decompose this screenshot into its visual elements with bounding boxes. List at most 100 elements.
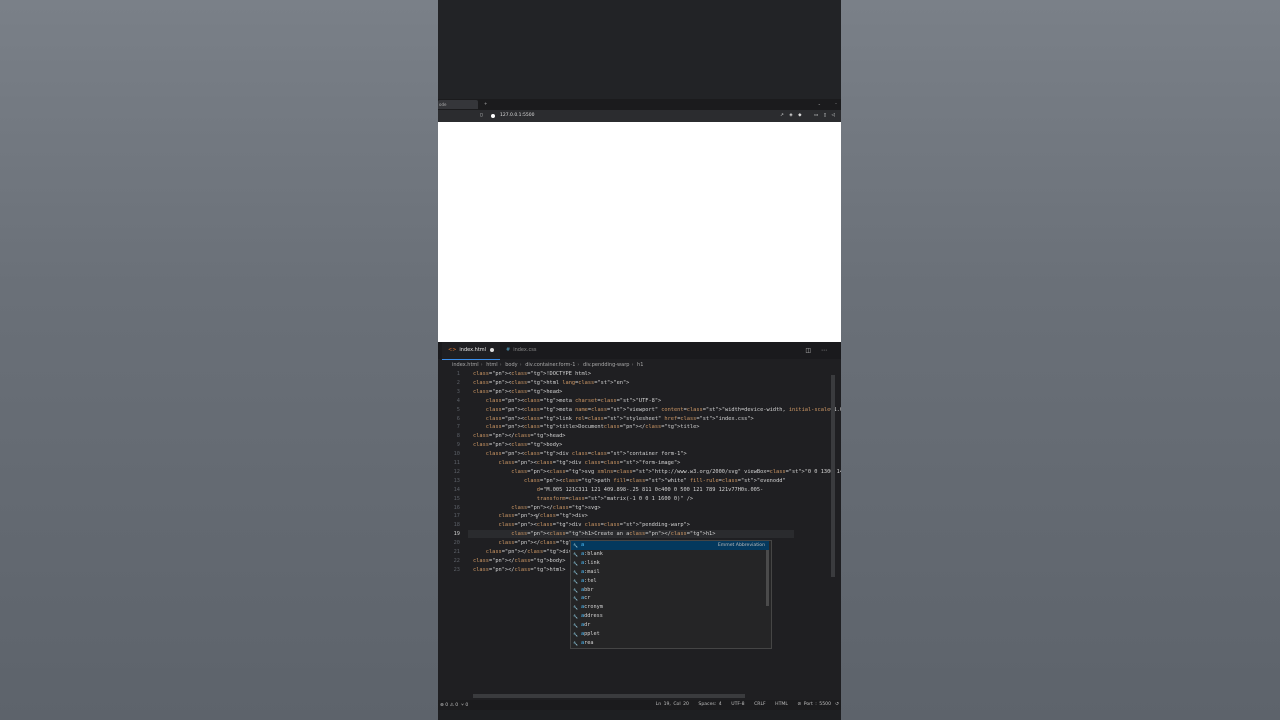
line-number: 16 bbox=[453, 504, 460, 511]
browser-tab[interactable]: ode bbox=[438, 100, 478, 109]
breadcrumb: index.html › html › body › div.container.fo… bbox=[452, 362, 644, 368]
code-line[interactable]: transform=class="st">"matrix(-1 0 0 1 16… bbox=[473, 496, 693, 502]
breadcrumb-item[interactable]: h1 bbox=[637, 362, 643, 368]
address-bar[interactable]: ▯ 127.0.0.1:5500 ↗ ◈ ◆ ▭ ▯ ◁ bbox=[438, 110, 841, 122]
code-line[interactable]: class="pn"><class="tg">div class=class="… bbox=[473, 522, 690, 528]
code-line[interactable]: class="pn"><class="tg">meta name=class="… bbox=[473, 407, 841, 413]
browser-toolbar-icons[interactable]: ↗ ◈ ◆ ▭ ▯ ◁ bbox=[780, 113, 837, 118]
code-line[interactable]: class="pn"></class="tg">body> bbox=[473, 558, 566, 564]
autocomplete-detail: Emmet Abbreviation bbox=[717, 543, 765, 548]
autocomplete-label: a:link bbox=[581, 559, 600, 566]
url-text[interactable]: 127.0.0.1:5500 bbox=[500, 113, 534, 118]
autocomplete-label: a:mail bbox=[581, 568, 600, 575]
cursor-position[interactable]: Ln 19, Col 20 bbox=[656, 702, 689, 707]
code-line[interactable]: d="M.005 121C311 121 409.898-.25 811 0c4… bbox=[473, 487, 763, 493]
code-line[interactable]: class="pn"><class="tg">!DOCTYPE html> bbox=[473, 371, 591, 377]
wrench-icon: 🔧 bbox=[573, 640, 578, 646]
code-editor: <> index.html # index.css ◫ ⋯ index.html › … bbox=[438, 342, 841, 720]
autocomplete-item[interactable]: 🔧 applet bbox=[571, 630, 769, 639]
code-line[interactable]: class="pn"></class="tg">html> bbox=[473, 567, 566, 573]
line-number: 22 bbox=[453, 557, 460, 564]
autocomplete-label: a:tel bbox=[581, 577, 597, 584]
line-number: 3 bbox=[456, 388, 460, 395]
vertical-scrollbar[interactable] bbox=[831, 375, 835, 577]
breadcrumb-item[interactable]: index.html bbox=[452, 362, 479, 368]
language-mode[interactable]: HTML bbox=[775, 702, 788, 707]
autocomplete-item[interactable]: 🔧 adr bbox=[571, 621, 769, 630]
live-server-port[interactable]: ⊘ Port : 5500 bbox=[797, 702, 831, 707]
breadcrumb-item[interactable]: html bbox=[486, 362, 497, 368]
wrench-icon: 🔧 bbox=[573, 578, 578, 584]
autocomplete-item[interactable]: 🔧 a:link bbox=[571, 559, 769, 568]
autocomplete-label: address bbox=[581, 613, 603, 620]
problems-indicator[interactable]: ⊗ 0 ⚠ 0 ⑂ 0 bbox=[440, 702, 468, 708]
chevron-down-icon[interactable]: ⌄ bbox=[818, 101, 821, 106]
code-line[interactable]: class="pn"><class="tg">html lang=class="… bbox=[473, 380, 629, 386]
tab-index-html[interactable]: <> index.html bbox=[442, 342, 501, 360]
indentation[interactable]: Spaces: 4 bbox=[698, 702, 721, 707]
autocomplete-item[interactable]: 🔧 acr bbox=[571, 594, 769, 603]
breadcrumb-item[interactable]: div.pendding-warp bbox=[583, 362, 629, 368]
code-line[interactable]: class="pn"><class="tg">svg xmlns=class="… bbox=[473, 469, 841, 475]
autocomplete-item[interactable]: 🔧 area bbox=[571, 639, 769, 648]
line-number: 11 bbox=[453, 460, 460, 466]
autocomplete-label: applet bbox=[581, 631, 600, 637]
code-line[interactable]: class="pn"><class="tg">meta charset=clas… bbox=[473, 398, 661, 404]
tab-label: index.css bbox=[513, 347, 537, 353]
autocomplete-popup[interactable]: 🔧 a Emmet Abbreviation 🔧 a:blank 🔧 a:link 🔧 a:ma… bbox=[570, 540, 772, 649]
wrench-icon: 🔧 bbox=[573, 596, 578, 602]
wrench-icon: 🔧 bbox=[573, 551, 578, 557]
line-number: 12 bbox=[453, 468, 460, 475]
bell-icon[interactable]: ↺ bbox=[835, 702, 839, 707]
code-line[interactable]: class="pn"><class="tg">div class=class="… bbox=[473, 460, 681, 466]
code-line[interactable]: class="pn"><class="tg">title>Documentcla… bbox=[473, 424, 700, 430]
autocomplete-item[interactable]: 🔧 address bbox=[571, 612, 769, 621]
modified-dot-icon bbox=[490, 347, 495, 352]
line-number: 6 bbox=[456, 415, 460, 422]
breadcrumb-item[interactable]: div.container.form-1 bbox=[525, 362, 575, 368]
autocomplete-item[interactable]: 🔧 a:blank bbox=[571, 550, 769, 559]
code-line[interactable]: class="pn"></class="tg">div> bbox=[473, 549, 575, 555]
wrench-icon: 🔧 bbox=[573, 605, 578, 611]
autocomplete-label: acronym bbox=[581, 604, 603, 611]
bookmark-icon[interactable]: ▯ bbox=[480, 113, 482, 118]
line-number: 19 bbox=[453, 531, 460, 538]
code-line[interactable]: class="pn"></class="tg">div> bbox=[473, 513, 588, 519]
site-info-icon[interactable] bbox=[491, 114, 495, 118]
line-ending[interactable]: CRLF bbox=[754, 702, 766, 707]
line-number: 5 bbox=[456, 406, 460, 413]
breadcrumb-item[interactable]: body bbox=[505, 362, 517, 368]
mouse-cursor-icon: I bbox=[536, 514, 538, 521]
autocomplete-label: a:blank bbox=[581, 550, 603, 557]
horizontal-scrollbar[interactable] bbox=[473, 694, 745, 698]
editor-tab-bar: <> index.html # index.css ◫ ⋯ bbox=[438, 342, 841, 360]
browser-tab-strip: ode + ⌄ – bbox=[438, 99, 841, 110]
tab-index-css[interactable]: # index.css bbox=[500, 342, 542, 359]
page-preview bbox=[438, 122, 841, 342]
autocomplete-item[interactable]: 🔧 a:mail bbox=[571, 568, 769, 577]
autocomplete-item[interactable]: 🔧 acronym bbox=[571, 603, 769, 612]
wrench-icon: 🔧 bbox=[573, 614, 578, 620]
encoding[interactable]: UTF-8 bbox=[731, 702, 744, 707]
minimize-icon[interactable]: – bbox=[835, 101, 837, 106]
line-number: 13 bbox=[453, 477, 460, 484]
code-line[interactable]: class="pn"></class="tg">head> bbox=[473, 433, 566, 439]
editor-actions[interactable]: ◫ ⋯ bbox=[805, 347, 831, 354]
autocomplete-item[interactable]: 🔧 a Emmet Abbreviation bbox=[571, 541, 769, 550]
line-number: 1 bbox=[456, 371, 460, 377]
code-line[interactable]: class="pn"><class="tg">path fill=class="… bbox=[473, 478, 786, 484]
autocomplete-item[interactable]: 🔧 a:tel bbox=[571, 577, 769, 586]
code-line[interactable]: class="pn"><class="tg">link rel=class="s… bbox=[473, 416, 754, 422]
wrench-icon: 🔧 bbox=[573, 587, 578, 593]
new-tab-button[interactable]: + bbox=[484, 101, 487, 106]
code-line[interactable]: class="pn"><class="tg">h1>Create an acla… bbox=[473, 531, 715, 537]
code-line[interactable]: class="pn"></class="tg">svg> bbox=[473, 505, 600, 511]
code-line[interactable]: class="pn"><class="tg">div class=class="… bbox=[473, 451, 687, 457]
code-line[interactable]: class="pn"><class="tg">head> bbox=[473, 389, 562, 395]
line-number: 18 bbox=[453, 522, 460, 529]
line-number: 10 bbox=[453, 451, 460, 458]
tab-label: index.html bbox=[459, 347, 487, 353]
code-line[interactable]: class="pn"><class="tg">body> bbox=[473, 442, 562, 448]
html-file-icon: <> bbox=[448, 347, 457, 353]
autocomplete-item[interactable]: 🔧 abbr bbox=[571, 586, 769, 595]
